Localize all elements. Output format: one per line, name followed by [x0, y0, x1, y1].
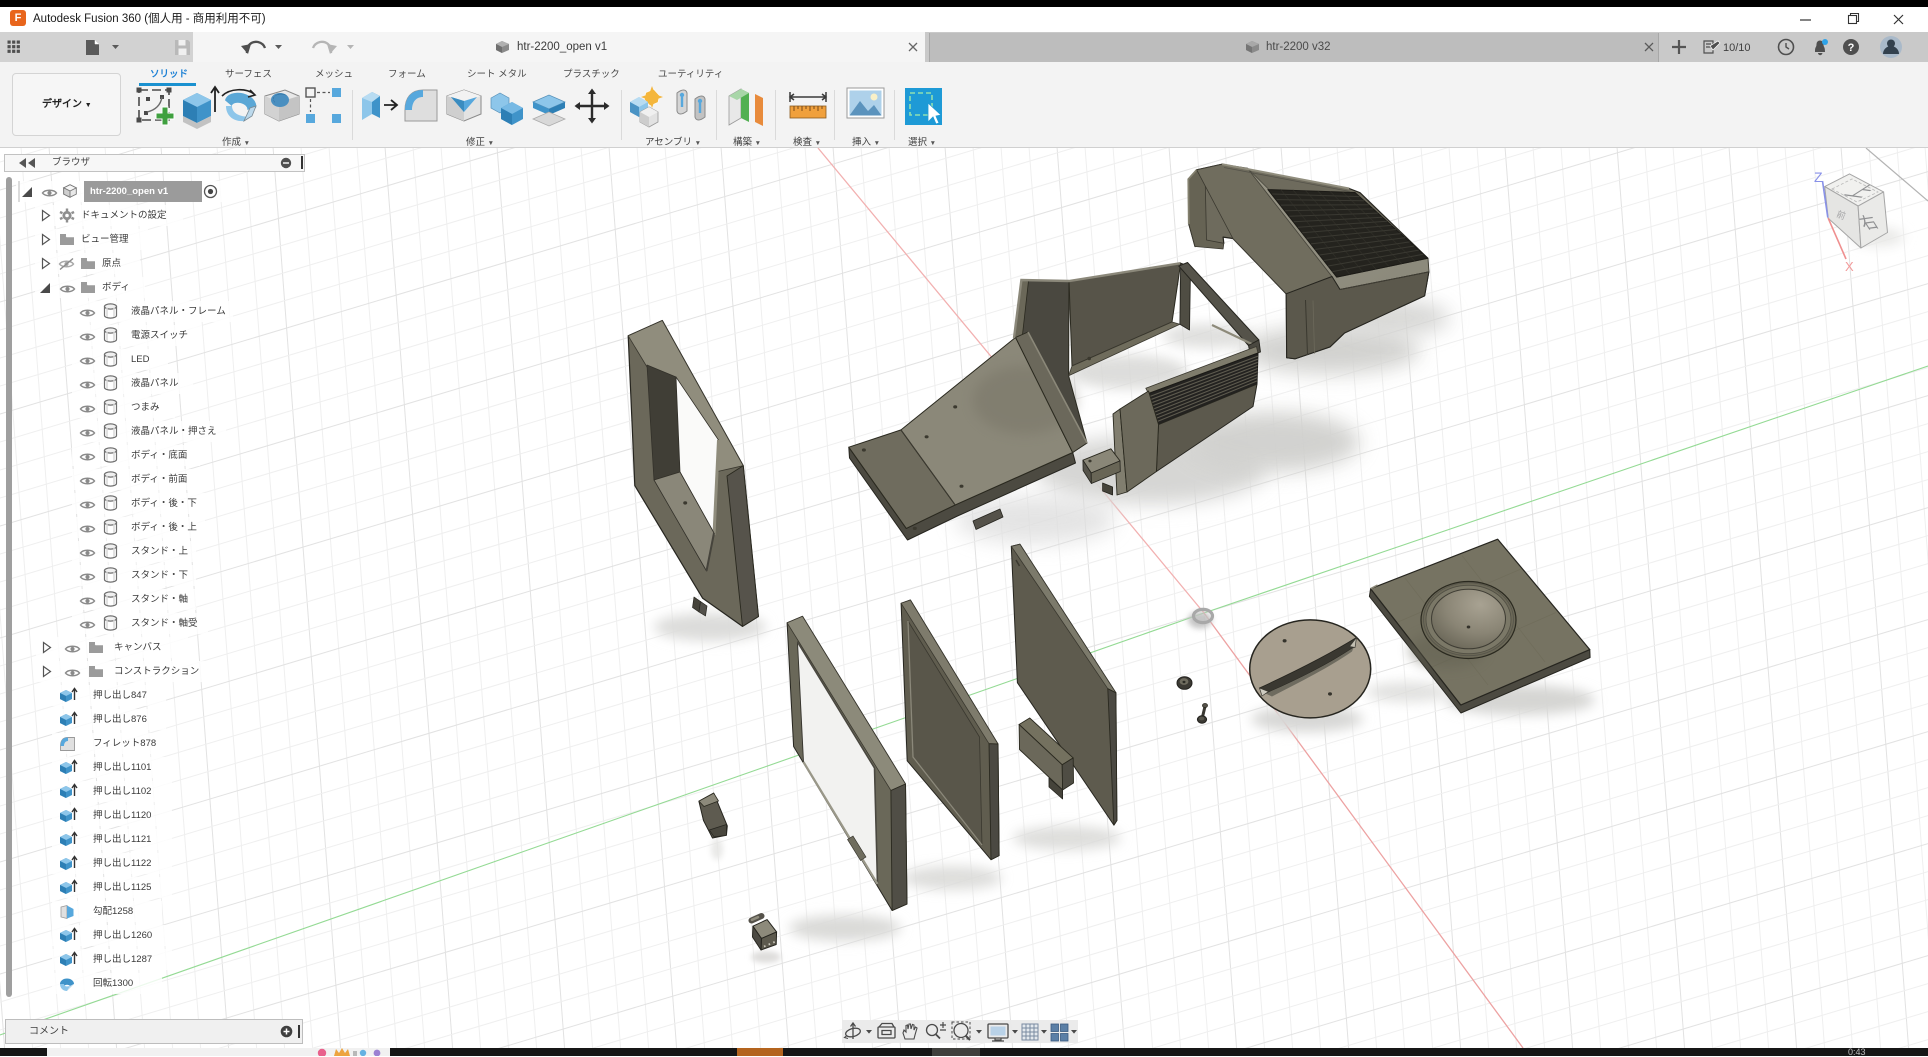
svg-text:10/10: 10/10: [1723, 42, 1751, 54]
svg-text:?: ?: [1848, 42, 1855, 54]
svg-text:X: X: [1845, 259, 1854, 274]
svg-text:Z: Z: [1814, 169, 1823, 185]
